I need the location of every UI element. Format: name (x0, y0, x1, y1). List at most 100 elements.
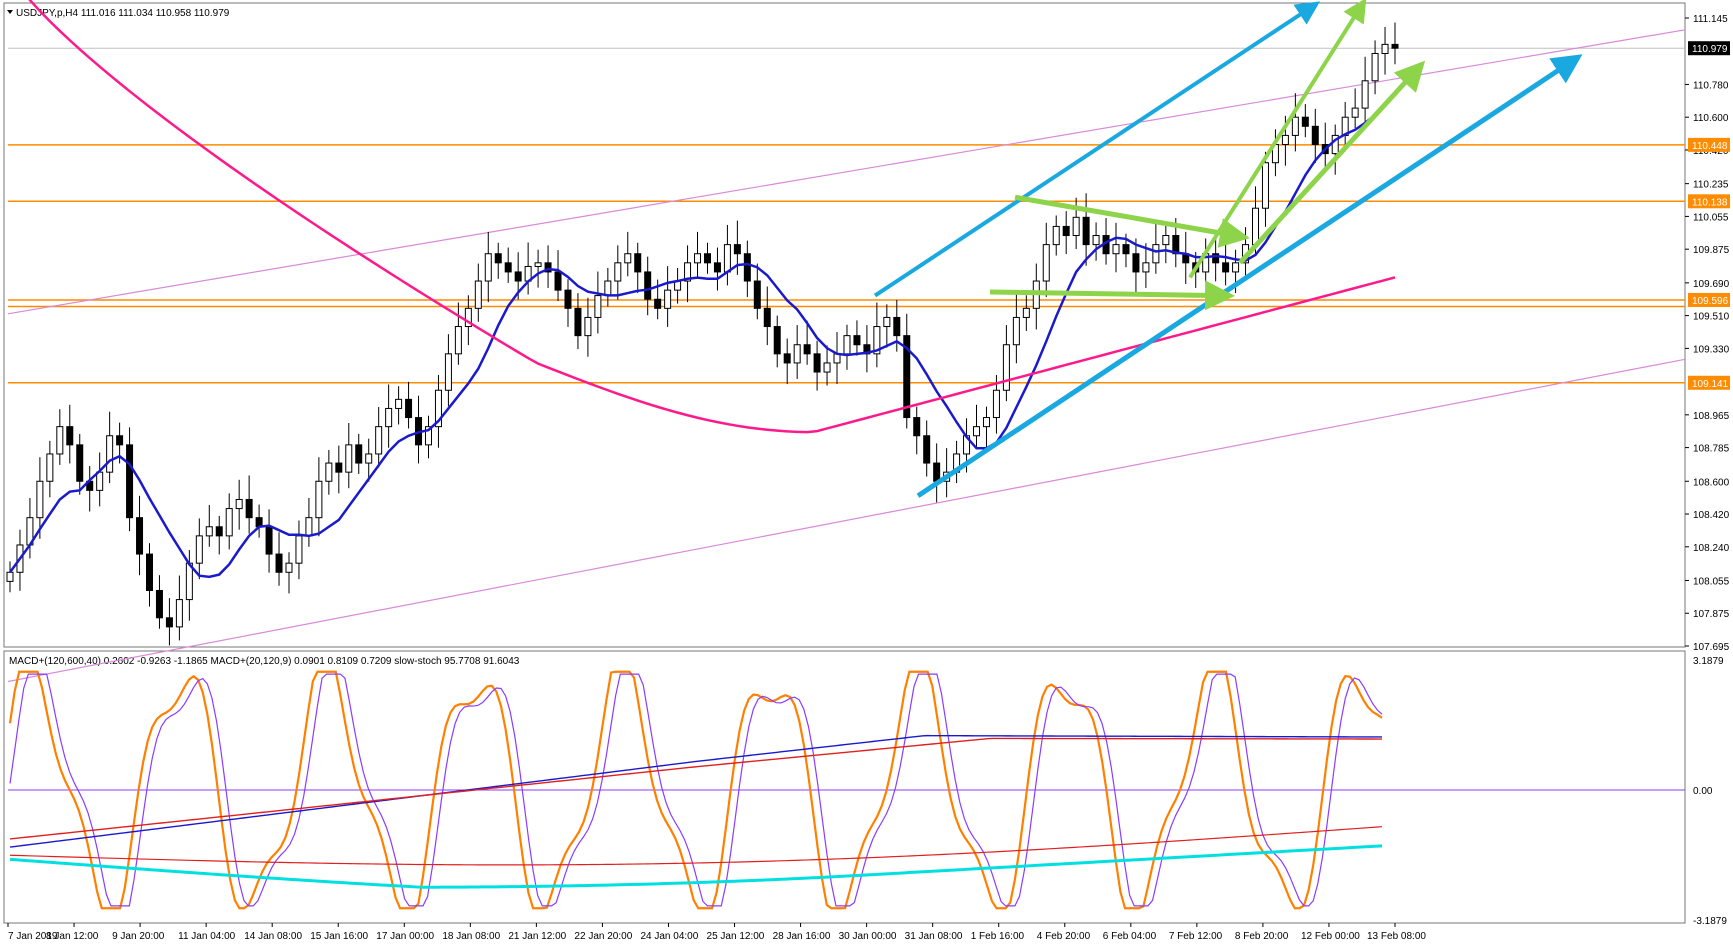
candle-bear (913, 417, 921, 437)
candle-bull (843, 335, 851, 355)
candle-bear (245, 498, 253, 519)
candle-bull (444, 353, 452, 391)
candle-bull (1002, 344, 1010, 391)
candle-bear (265, 526, 273, 555)
candle-bear (1391, 43, 1399, 49)
candle-bull (584, 316, 592, 337)
trend-arrow (1014, 194, 1250, 248)
candle-bull (1351, 107, 1359, 118)
candle-bull (345, 444, 353, 473)
time-tick-label: 1 Feb 16:00 (971, 931, 1025, 942)
candle-bear (933, 462, 941, 482)
price-label: 109.141 (1692, 379, 1729, 390)
candle-bear (165, 617, 173, 628)
candle-bull (823, 362, 831, 373)
candle-bear (923, 435, 931, 464)
candle-bull (664, 289, 672, 309)
main-pane-border (3, 2, 1686, 648)
candle-bear (564, 289, 572, 309)
candle-bull (175, 599, 183, 628)
candle-bull (883, 316, 891, 328)
candle-bull (395, 398, 403, 409)
usdjpy-h4-chart: USDJPY,p,H4 111.016 111.034 110.958 110.… (3, 0, 1730, 942)
candle-bull (375, 426, 383, 455)
price-tick-label: 111.145 (1693, 14, 1728, 25)
time-tick-label: 30 Jan 00:00 (839, 931, 897, 942)
macd-signal-line (9, 737, 1383, 840)
time-tick-label: 14 Jan 08:00 (244, 931, 302, 942)
candle-bull (1142, 262, 1150, 273)
candle-bear (145, 553, 153, 591)
price-tick-label: 109.875 (1693, 245, 1730, 256)
price-tick-label: 109.690 (1693, 279, 1730, 290)
candle-bear (514, 271, 522, 282)
candle-bear (504, 262, 512, 273)
candle-bear (554, 271, 562, 291)
candle-bull (225, 508, 233, 537)
price-axis: 111.145110.780110.600110.420110.235110.0… (1685, 14, 1730, 653)
candle-bull (1052, 225, 1060, 246)
candle-bear (155, 589, 163, 619)
indicator-tick-label: -3.1879 (1693, 916, 1727, 927)
time-tick-label: 24 Jan 04:00 (640, 931, 698, 942)
symbol-header: USDJPY,p,H4 111.016 111.034 110.958 110.… (16, 8, 230, 19)
trend-arrow (916, 54, 1583, 498)
candle-bull (56, 426, 64, 455)
candle-bull (96, 471, 104, 491)
candle-bull (1232, 262, 1240, 273)
candle-bull (385, 407, 393, 428)
candle-bear (763, 307, 771, 328)
candle-bear (733, 244, 741, 255)
candle-bull (1152, 244, 1160, 264)
candle-bear (1311, 125, 1319, 146)
time-tick-label: 7 Feb 12:00 (1169, 931, 1223, 942)
candle-bear (713, 262, 721, 273)
price-tick-label: 108.240 (1693, 543, 1730, 554)
candle-bear (126, 444, 134, 519)
candle-bull (325, 462, 333, 482)
candle-bull (982, 417, 990, 428)
candle-bull (1252, 207, 1260, 246)
candle-bull (1281, 134, 1289, 146)
candle-bull (1072, 216, 1080, 237)
indicator-tick-label: 0.00 (1693, 786, 1713, 797)
candle-bull (1012, 316, 1020, 346)
candle-bull (723, 244, 731, 273)
candles (6, 22, 1399, 646)
candle-bull (1092, 235, 1100, 246)
annotation-arrows (873, 0, 1583, 498)
price-tick-label: 109.330 (1693, 344, 1730, 355)
candle-bull (973, 426, 981, 437)
candle-bear (215, 526, 223, 537)
price-tick-label: 110.780 (1693, 80, 1729, 91)
time-tick-label: 13 Feb 08:00 (1367, 931, 1426, 942)
time-tick-label: 9 Jan 20:00 (112, 931, 165, 942)
candle-bull (315, 480, 323, 519)
candle-bull (534, 262, 542, 267)
price-label: 110.448 (1692, 141, 1728, 152)
price-tick-label: 110.055 (1693, 212, 1729, 223)
candle-bull (36, 480, 44, 519)
price-label: 110.979 (1692, 44, 1728, 55)
time-tick-label: 15 Jan 16:00 (310, 931, 368, 942)
candle-bull (1042, 244, 1050, 282)
candle-bull (365, 453, 373, 464)
candle-bull (594, 295, 602, 318)
time-tick-label: 28 Jan 16:00 (773, 931, 831, 942)
price-tick-label: 108.600 (1693, 477, 1730, 488)
candle-bull (205, 526, 213, 537)
channel-line (7, 29, 1686, 315)
dropdown-triangle-icon[interactable] (7, 10, 13, 14)
candle-bear (654, 298, 662, 309)
time-tick-label: 4 Feb 20:00 (1037, 931, 1091, 942)
indicator-lines (8, 670, 1685, 910)
candle-bear (893, 316, 901, 337)
candle-bull (614, 262, 622, 282)
macd-slow-cyan-line (9, 844, 1383, 889)
time-tick-label: 21 Jan 12:00 (508, 931, 566, 942)
time-tick-label: 8 Jan 12:00 (46, 931, 99, 942)
price-tick-label: 107.695 (1693, 642, 1730, 653)
time-tick-label: 18 Jan 08:00 (442, 931, 500, 942)
candle-bull (185, 562, 193, 601)
candle-bear (405, 398, 413, 419)
